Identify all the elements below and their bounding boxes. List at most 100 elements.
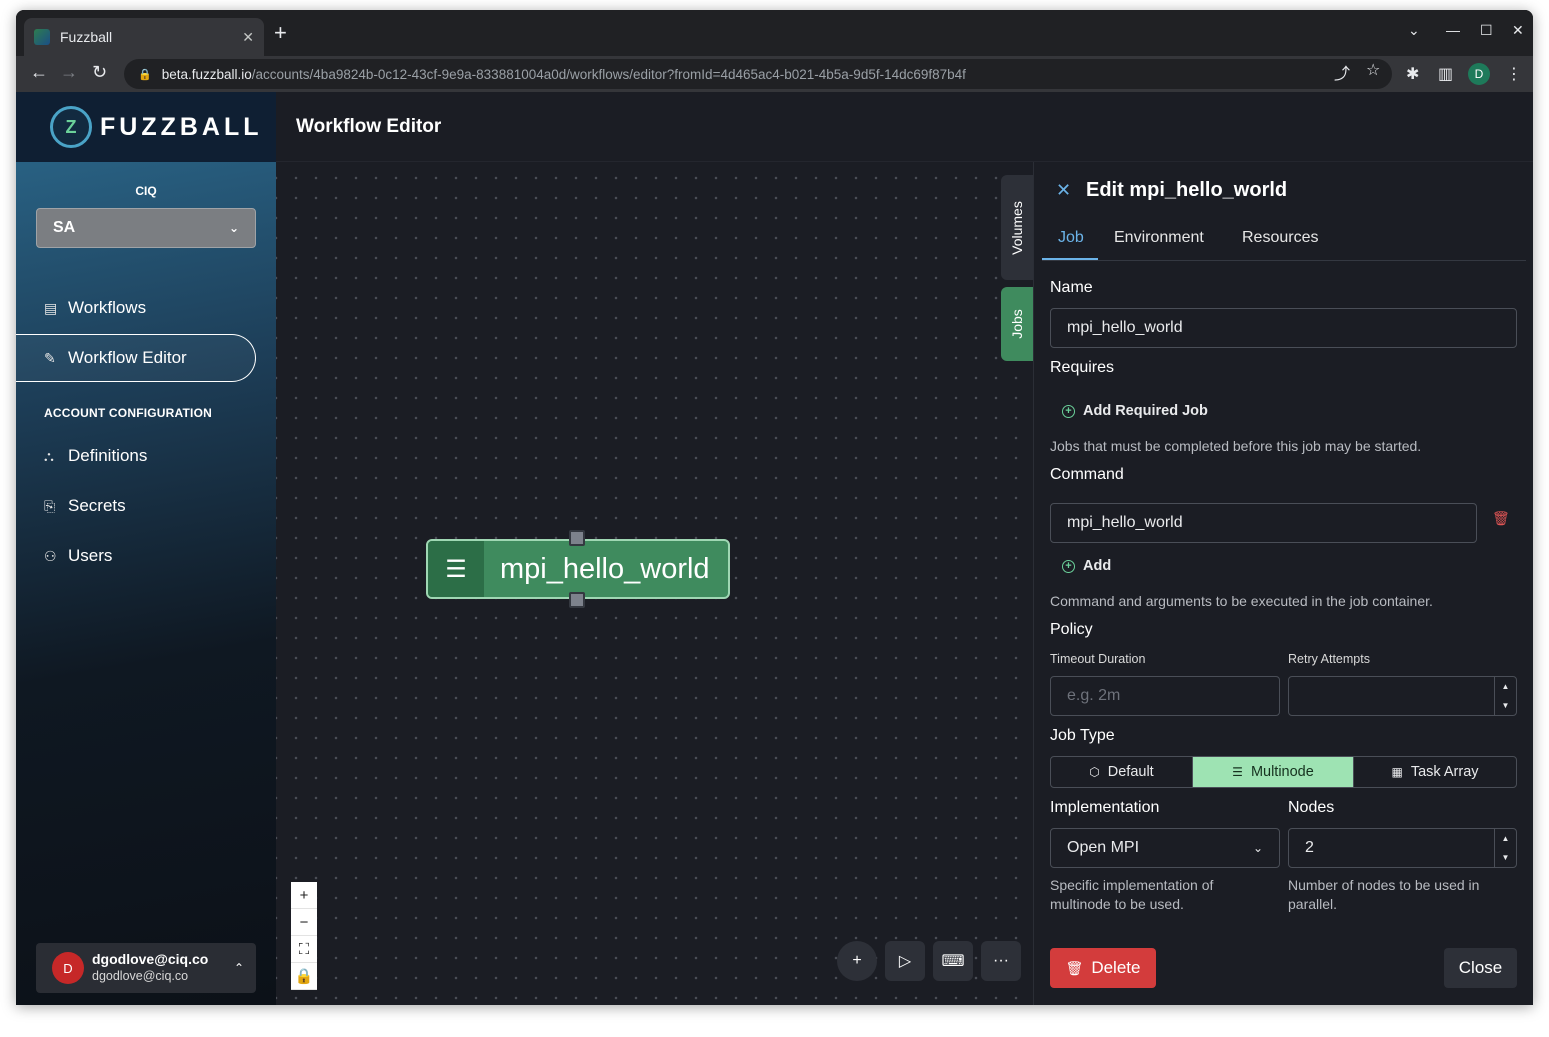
job-type-multinode[interactable]: ☰ Multinode: [1193, 757, 1354, 787]
volumes-tab-label: Volumes: [1009, 200, 1026, 255]
plus-circle-icon: +: [1062, 559, 1075, 573]
add-command-button[interactable]: + Add: [1062, 558, 1111, 574]
job-type-task-array[interactable]: ▦ Task Array: [1354, 757, 1516, 787]
implementation-select[interactable]: Open MPI ⌄: [1050, 828, 1280, 868]
tab-search-icon[interactable]: ⌄: [1408, 22, 1420, 39]
decrement-icon[interactable]: ▼: [1495, 848, 1516, 867]
profile-avatar[interactable]: D: [1468, 63, 1490, 85]
lock-icon: 🔒: [138, 68, 152, 81]
add-command-label: Add: [1083, 558, 1112, 574]
maximize-icon[interactable]: ☐: [1480, 22, 1493, 39]
add-job-button[interactable]: +: [837, 941, 877, 981]
sidebar-item-definitions[interactable]: ⛬ Definitions: [16, 432, 256, 480]
lock-button[interactable]: 🔒: [291, 963, 317, 990]
page-title: Workflow Editor: [296, 116, 442, 137]
tab-job[interactable]: Job: [1058, 229, 1084, 247]
plus-circle-icon: +: [1062, 404, 1075, 418]
side-panel-icon[interactable]: ▥: [1438, 64, 1453, 84]
org-select[interactable]: SA ⌄: [36, 208, 256, 248]
new-tab-button[interactable]: +: [274, 22, 287, 44]
avatar: D: [52, 952, 84, 984]
node-input-handle[interactable]: [569, 530, 585, 546]
timeout-input[interactable]: e.g. 2m: [1050, 676, 1280, 716]
keyboard-icon[interactable]: ⌨: [933, 941, 973, 981]
layers-icon: ☰: [1232, 765, 1243, 779]
sidebar-item-label: Workflow Editor: [68, 348, 187, 367]
address-bar[interactable]: 🔒 beta.fuzzball.io/accounts/4ba9824b-0c1…: [124, 59, 1392, 89]
chevron-down-icon: ⌄: [228, 221, 239, 235]
tab-resources[interactable]: Resources: [1242, 229, 1318, 247]
browser-tab[interactable]: Fuzzball ✕: [24, 18, 264, 56]
name-field[interactable]: mpi_hello_world: [1050, 308, 1517, 348]
close-tab-icon[interactable]: ✕: [242, 29, 254, 46]
zoom-in-button[interactable]: +: [291, 882, 317, 909]
window-close-icon[interactable]: ✕: [1512, 22, 1524, 39]
add-required-job-button[interactable]: + Add Required Job: [1062, 403, 1208, 419]
add-required-job-label: Add Required Job: [1083, 403, 1208, 419]
implementation-label: Implementation: [1050, 799, 1160, 816]
close-button[interactable]: Close: [1444, 948, 1517, 988]
extensions-icon[interactable]: ✱: [1406, 64, 1419, 84]
sidebar-item-label: Secrets: [68, 496, 126, 515]
bookmark-star-icon[interactable]: ☆: [1366, 60, 1380, 80]
back-icon[interactable]: ←: [30, 62, 48, 83]
job-node[interactable]: ☰ mpi_hello_world: [426, 539, 730, 599]
url-host: beta.fuzzball.io: [161, 66, 252, 82]
node-output-handle[interactable]: [569, 592, 585, 608]
job-type-task-array-label: Task Array: [1410, 764, 1479, 780]
implementation-value: Open MPI: [1067, 839, 1140, 856]
decrement-icon[interactable]: ▼: [1495, 696, 1516, 715]
close-icon[interactable]: ✕: [1056, 180, 1071, 201]
delete-button[interactable]: 🗑 Delete: [1050, 948, 1156, 988]
tab-volumes[interactable]: Volumes: [1001, 175, 1033, 280]
browser-menu-icon[interactable]: ⋮: [1506, 64, 1522, 84]
user-info: dgodlove@ciq.co dgodlove@ciq.co: [92, 951, 234, 985]
brand[interactable]: Z FUZZBALL: [16, 92, 276, 162]
sidebar-item-workflows[interactable]: ▤ Workflows: [16, 284, 256, 332]
name-field-value: mpi_hello_world: [1067, 319, 1183, 336]
workflow-canvas[interactable]: ☰ mpi_hello_world Volumes Jobs + − ⛶ 🔒 +…: [276, 162, 1033, 1005]
sidebar-item-secrets[interactable]: ⎘ Secrets: [16, 482, 256, 530]
job-type-multinode-label: Multinode: [1250, 764, 1314, 780]
more-options-button[interactable]: ···: [981, 941, 1021, 981]
layers-icon: ☰: [428, 541, 484, 597]
retry-label: Retry Attempts: [1288, 652, 1370, 666]
minimize-icon[interactable]: —: [1446, 22, 1460, 38]
tab-jobs[interactable]: Jobs: [1001, 287, 1033, 361]
job-type-default-label: Default: [1107, 764, 1154, 780]
job-type-label: Job Type: [1050, 727, 1115, 744]
panel-title: Edit mpi_hello_world: [1086, 179, 1288, 201]
user-name: dgodlove@ciq.co: [92, 951, 209, 967]
fit-view-button[interactable]: ⛶: [291, 936, 317, 963]
command-field[interactable]: mpi_hello_world: [1050, 503, 1477, 543]
tab-environment[interactable]: Environment: [1114, 229, 1204, 247]
retry-stepper[interactable]: ▲ ▼: [1494, 677, 1516, 715]
list-icon: ▤: [44, 299, 58, 316]
requires-label: Requires: [1050, 359, 1115, 376]
chevron-up-icon: ⌃: [233, 961, 244, 975]
user-menu[interactable]: D dgodlove@ciq.co dgodlove@ciq.co ⌃: [36, 943, 256, 993]
nodes-stepper[interactable]: ▲ ▼: [1494, 829, 1516, 867]
reload-icon[interactable]: ↻: [92, 62, 107, 83]
tab-strip: Fuzzball ✕ + ⌄ — ☐ ✕: [16, 10, 1533, 56]
sidebar-item-label: Workflows: [68, 298, 147, 317]
increment-icon[interactable]: ▲: [1495, 677, 1516, 696]
delete-button-label: Delete: [1091, 958, 1141, 977]
tab-title: Fuzzball: [60, 29, 113, 45]
sidebar-item-users[interactable]: ⚇ Users: [16, 532, 256, 580]
user-email: dgodlove@ciq.co: [92, 969, 189, 983]
nodes-input[interactable]: 2 ▲ ▼: [1288, 828, 1517, 868]
job-type-default[interactable]: ⬡ Default: [1051, 757, 1193, 787]
share-icon[interactable]: ⤴: [1334, 60, 1350, 84]
jobs-tab-label: Jobs: [1008, 309, 1025, 339]
command-label: Command: [1050, 466, 1124, 483]
zoom-out-button[interactable]: −: [291, 909, 317, 936]
nodes-help: Number of nodes to be used in parallel.: [1288, 877, 1480, 912]
delete-command-icon[interactable]: 🗑: [1492, 510, 1510, 527]
retry-attempts-input[interactable]: ▲ ▼: [1288, 676, 1517, 716]
forward-icon[interactable]: →: [60, 62, 78, 83]
run-workflow-button[interactable]: ▷: [885, 941, 925, 981]
sidebar-item-workflow-editor[interactable]: ✎ Workflow Editor: [16, 334, 256, 382]
edit-icon: ✎: [44, 349, 56, 366]
increment-icon[interactable]: ▲: [1495, 829, 1516, 848]
